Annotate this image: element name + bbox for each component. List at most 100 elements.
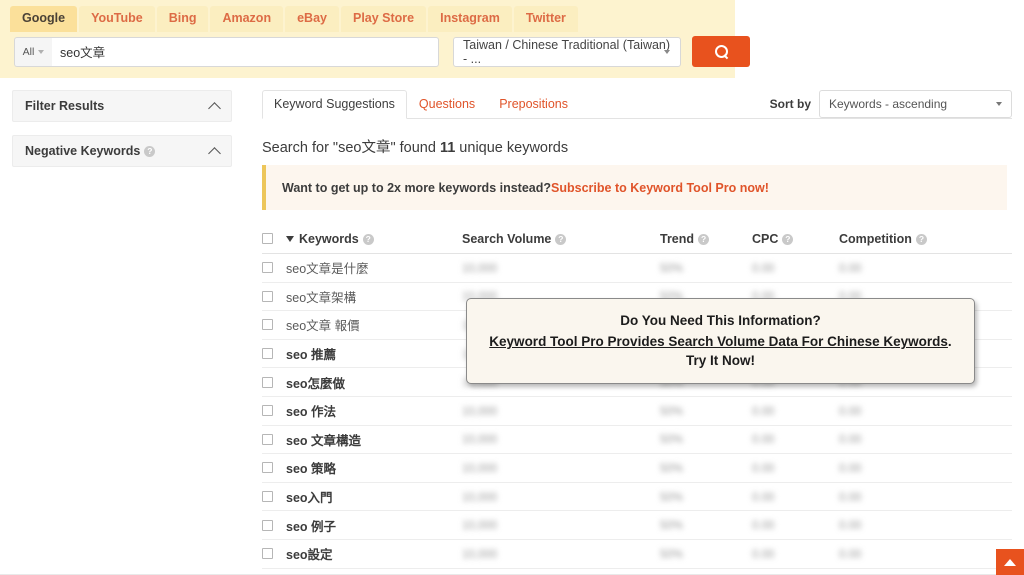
table-row: seo 例子 10,000 50% 0.00 0.00 [262,511,1012,540]
question-mark-icon[interactable]: ? [144,145,156,157]
upsell-tooltip: Do You Need This Information? Keyword To… [466,298,975,384]
sidebar-item-negative-keywords[interactable]: Negative Keywords ? [12,135,232,167]
tooltip-pro-link[interactable]: Keyword Tool Pro Provides Search Volume … [489,334,948,349]
header-keywords[interactable]: Keywords? [286,232,462,246]
competition-value: 0.00 [839,262,862,275]
tab-keyword-suggestions[interactable]: Keyword Suggestions [262,90,407,119]
select-all-cell [262,233,286,244]
keyword-text: seo文章是什麼 [286,262,369,277]
cell-keyword[interactable]: seo 例子 [286,516,462,535]
row-checkbox[interactable] [262,462,273,474]
question-mark-icon[interactable]: ? [782,233,794,245]
scope-select[interactable]: All [14,36,52,67]
header-competition[interactable]: Competition? [839,232,959,246]
chevron-up-icon[interactable] [208,146,221,160]
scope-select-label: All [22,45,35,58]
row-checkbox[interactable] [262,405,273,417]
platform-tab-amazon[interactable]: Amazon [210,6,284,32]
select-all-checkbox[interactable] [262,233,273,244]
question-mark-icon[interactable]: ? [698,233,710,245]
header-competition-label: Competition [839,231,912,246]
keyword-text: seo 文章構造 [286,433,362,448]
search-row: All Taiwan / Chinese Traditional (Taiwan… [14,36,750,67]
cell-keyword[interactable]: seo入門 [286,487,462,506]
row-checkbox[interactable] [262,491,273,503]
question-mark-icon[interactable]: ? [555,233,567,245]
row-checkbox[interactable] [262,319,273,331]
promo-banner: Want to get up to 2x more keywords inste… [262,165,1007,210]
question-mark-icon[interactable]: ? [362,233,374,245]
row-checkbox[interactable] [262,290,273,302]
keyword-text: seo文章架構 [286,290,357,305]
language-select-label: Taiwan / Chinese Traditional (Taiwan) - … [463,37,671,66]
header-cpc[interactable]: CPC? [752,232,839,246]
row-checkbox[interactable] [262,519,273,531]
keyword-text: seo怎麼做 [286,376,346,391]
cell-keyword[interactable]: seo文章 報價 [286,315,462,334]
cell-competition: 0.00 [839,261,959,275]
cell-keyword[interactable]: seo怎麼做 [286,373,462,392]
search-volume-value: 10,000 [462,434,498,447]
row-checkbox[interactable] [262,376,273,388]
platform-tab-youtube[interactable]: YouTube [79,6,155,32]
cell-keyword[interactable]: seo 推薦 [286,344,462,363]
cpc-value: 0.00 [752,405,775,418]
competition-value: 0.00 [839,405,862,418]
promo-subscribe-link[interactable]: Subscribe to Keyword Tool Pro now! [551,181,769,195]
row-select-cell [262,548,286,560]
header-trend[interactable]: Trend? [660,232,752,246]
cell-keyword[interactable]: seo 文章構造 [286,430,462,449]
cell-search-volume: 10,000 [462,432,660,446]
header-search-volume[interactable]: Search Volume? [462,232,660,246]
tab-questions[interactable]: Questions [407,90,487,119]
platform-tab-twitter[interactable]: Twitter [513,6,578,32]
platform-tab-bing[interactable]: Bing [156,6,209,32]
search-volume-value: 10,000 [462,462,498,475]
row-checkbox[interactable] [262,262,273,274]
cell-keyword[interactable]: seo 作法 [286,401,462,420]
row-select-cell [262,319,286,331]
cell-keyword[interactable]: seo 策略 [286,458,462,477]
header-cpc-label: CPC [752,231,779,246]
platform-tab-ebay[interactable]: eBay [285,6,339,32]
question-mark-icon[interactable]: ? [915,233,927,245]
row-checkbox[interactable] [262,433,273,445]
table-header-row: Keywords? Search Volume? Trend? CPC? Com… [262,224,1012,254]
platform-tab-play-store[interactable]: Play Store [340,6,427,32]
row-select-cell [262,462,286,474]
row-checkbox[interactable] [262,348,273,360]
sidebar-item-label: Negative Keywords [25,144,141,158]
keyword-text: seo 推薦 [286,348,337,363]
chevron-down-icon [996,102,1002,106]
search-button[interactable] [692,36,750,67]
search-icon [714,45,728,58]
cell-keyword[interactable]: seo文章是什麼 [286,258,462,277]
cell-trend: 50% [660,404,752,418]
cell-search-volume: 10,000 [462,461,660,475]
cell-keyword[interactable]: seo文章架構 [286,287,462,306]
cell-competition: 0.00 [839,432,959,446]
result-count: 11 [439,140,456,156]
scroll-to-top-button[interactable] [996,549,1024,575]
keyword-text: seo 例子 [286,519,337,534]
tab-prepositions[interactable]: Prepositions [487,90,580,119]
competition-value: 0.00 [839,548,862,561]
row-checkbox[interactable] [262,548,273,560]
cell-keyword[interactable]: seo設定 [286,544,462,563]
chevron-up-icon[interactable] [208,101,221,115]
table-row: seo設定 10,000 50% 0.00 0.00 [262,540,1012,569]
tooltip-line-1: Do You Need This Information? [620,313,821,329]
page-root: Google YouTube Bing Amazon eBay Play Store Ins… [0,0,1024,575]
sidebar-item-filter-results[interactable]: Filter Results [12,90,232,122]
result-summary-prefix: Search for "seo文章" found [262,140,440,156]
cell-competition: 0.00 [839,490,959,504]
header-keywords-label: Keywords [299,231,359,246]
keyword-text: seo 作法 [286,405,337,420]
competition-value: 0.00 [839,491,862,504]
language-select[interactable]: Taiwan / Chinese Traditional (Taiwan) - … [453,36,681,67]
search-input[interactable] [52,36,439,67]
sort-by-select[interactable]: Keywords - ascending [819,90,1012,118]
chevron-down-icon [38,49,45,54]
platform-tab-google[interactable]: Google [10,6,78,32]
platform-tab-instagram[interactable]: Instagram [428,6,512,32]
